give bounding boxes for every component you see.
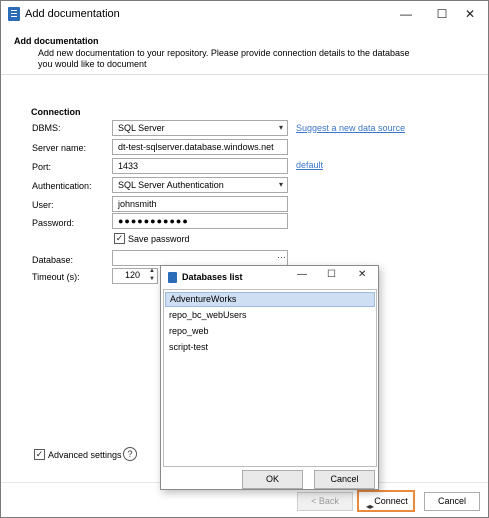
- password-input[interactable]: ●●●●●●●●●●●: [112, 213, 288, 229]
- advanced-settings-checkbox[interactable]: ✓: [34, 449, 45, 460]
- list-item[interactable]: script-test: [165, 340, 375, 355]
- minimize-button[interactable]: —: [388, 1, 424, 27]
- save-password-checkbox[interactable]: ✓: [114, 233, 125, 244]
- dialog-minimize-button[interactable]: —: [297, 269, 307, 280]
- header-title: Add documentation: [14, 36, 99, 46]
- advanced-settings-label: Advanced settings: [48, 450, 122, 460]
- header: Add documentation Add new documentation …: [1, 27, 488, 75]
- list-item[interactable]: AdventureWorks: [165, 292, 375, 307]
- documentation-icon: [168, 272, 177, 283]
- database-label: Database:: [32, 255, 74, 265]
- authentication-value: SQL Server Authentication: [118, 180, 224, 190]
- connect-icon: ◂▸: [366, 502, 375, 511]
- dialog-close-button[interactable]: ✕: [358, 269, 366, 280]
- list-item[interactable]: repo_web: [165, 324, 375, 339]
- dialog-ok-button[interactable]: OK: [242, 470, 303, 489]
- databases-list: AdventureWorks repo_bc_webUsers repo_web…: [163, 289, 377, 467]
- connect-label: Connect: [374, 496, 408, 506]
- timeout-spinner[interactable]: 120 ▲ ▼: [112, 268, 158, 284]
- authentication-select[interactable]: SQL Server Authentication: [112, 177, 288, 193]
- spin-up-icon[interactable]: ▲: [149, 268, 155, 274]
- back-button[interactable]: < Back: [297, 492, 353, 511]
- databases-list-dialog: Databases list — ☐ ✕ AdventureWorks repo…: [160, 265, 379, 490]
- spin-down-icon[interactable]: ▼: [149, 276, 155, 282]
- suggest-data-source-link[interactable]: Suggest a new data source: [296, 123, 405, 133]
- timeout-label: Timeout (s):: [32, 272, 80, 282]
- dbms-label: DBMS:: [32, 123, 61, 133]
- header-description: Add new documentation to your repository…: [38, 48, 410, 69]
- dbms-select[interactable]: SQL Server: [112, 120, 288, 136]
- connect-button[interactable]: ◂▸ Connect: [360, 492, 412, 511]
- port-label: Port:: [32, 162, 52, 172]
- connection-section-title: Connection: [31, 107, 81, 117]
- dbms-value: SQL Server: [118, 123, 165, 133]
- dialog-title: Databases list: [182, 272, 243, 282]
- help-icon[interactable]: ?: [123, 447, 137, 461]
- documentation-icon: [8, 7, 20, 21]
- dialog-cancel-button[interactable]: Cancel: [314, 470, 375, 489]
- database-input[interactable]: ···: [112, 250, 288, 266]
- user-input[interactable]: johnsmith: [112, 196, 288, 212]
- authentication-label: Authentication:: [32, 181, 92, 191]
- server-name-input[interactable]: dt-test-sqlserver.database.windows.net: [112, 139, 288, 155]
- connect-highlight: ◂▸ Connect: [357, 490, 415, 512]
- user-label: User:: [32, 200, 54, 210]
- cancel-button[interactable]: Cancel: [424, 492, 480, 511]
- list-item[interactable]: repo_bc_webUsers: [165, 308, 375, 323]
- window-title: Add documentation: [25, 8, 120, 20]
- close-button[interactable]: ✕: [452, 1, 488, 27]
- dialog-maximize-button[interactable]: ☐: [327, 269, 336, 280]
- database-browse-button[interactable]: ···: [277, 251, 286, 263]
- save-password-label: Save password: [128, 234, 190, 244]
- default-port-link[interactable]: default: [296, 160, 323, 170]
- add-documentation-window: Add documentation — ☐ ✕ Add documentatio…: [0, 0, 489, 518]
- password-label: Password:: [32, 218, 75, 228]
- timeout-value: 120: [124, 270, 140, 280]
- port-input[interactable]: 1433: [112, 158, 288, 174]
- server-name-label: Server name:: [32, 143, 87, 153]
- title-bar: Add documentation — ☐ ✕: [1, 1, 488, 27]
